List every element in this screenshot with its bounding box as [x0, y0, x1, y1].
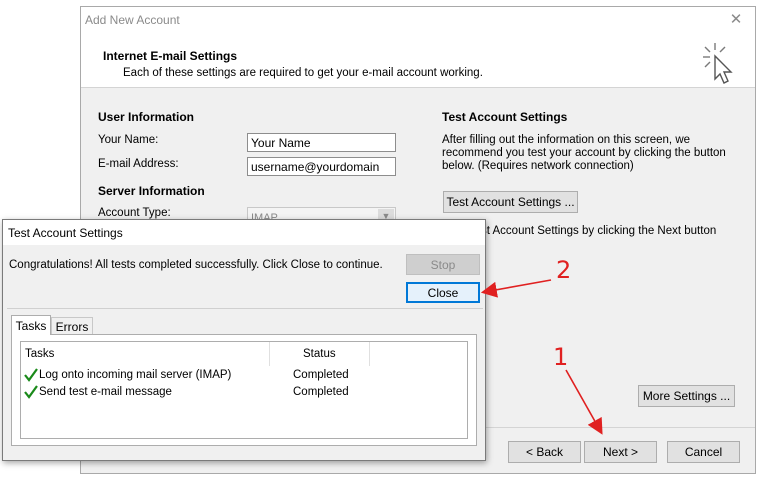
annotation-arrow-1 [565, 369, 603, 435]
annotation-arrow-2 [480, 279, 552, 298]
annotation-overlay [480, 279, 603, 435]
annotation-label-2: 2 [556, 256, 572, 284]
tab-tasks[interactable]: Tasks [11, 315, 51, 335]
annotation-label-1: 1 [553, 343, 569, 371]
